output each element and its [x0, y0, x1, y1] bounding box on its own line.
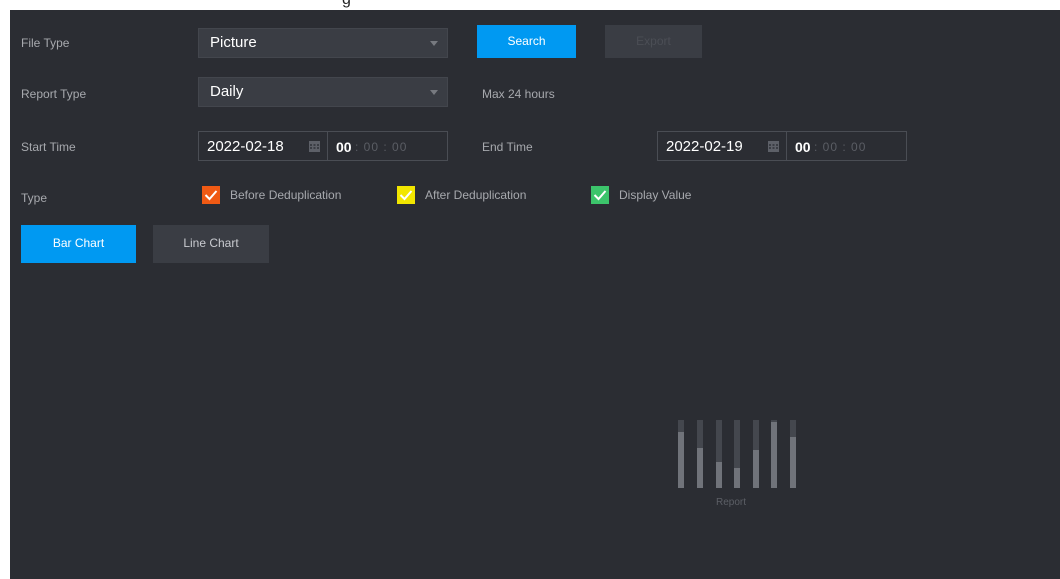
chevron-down-icon — [430, 90, 438, 95]
before-dedup-label: Before Deduplication — [230, 188, 342, 202]
checkmark-icon — [593, 190, 607, 201]
search-button[interactable]: Search — [477, 25, 576, 58]
end-time-field[interactable]: 2022-02-19 00 : 00 : 00 — [657, 131, 907, 161]
window-title-fragment: g — [342, 0, 351, 9]
checkmark-icon — [204, 190, 218, 201]
checkmark-icon — [399, 190, 413, 201]
file-type-label: File Type — [21, 36, 70, 50]
field-divider — [327, 132, 328, 160]
field-divider — [786, 132, 787, 160]
calendar-icon[interactable] — [768, 141, 779, 152]
display-value-checkbox[interactable] — [591, 186, 609, 204]
end-hour-value[interactable]: 00 — [795, 139, 811, 155]
report-type-select[interactable]: Daily — [198, 77, 448, 107]
file-type-select[interactable]: Picture — [198, 28, 448, 58]
report-caption: Report — [716, 497, 747, 508]
after-dedup-label: After Deduplication — [425, 188, 527, 202]
start-hour-value[interactable]: 00 — [336, 139, 352, 155]
chevron-down-icon — [430, 41, 438, 46]
report-panel: File Type Picture Search Export Report T… — [10, 10, 1060, 579]
after-dedup-checkbox[interactable] — [397, 186, 415, 204]
start-time-label: Start Time — [21, 140, 76, 154]
export-button[interactable]: Export — [605, 25, 702, 58]
calendar-icon[interactable] — [309, 141, 320, 152]
type-label: Type — [21, 191, 48, 205]
report-type-value: Daily — [210, 83, 244, 100]
start-date-value: 2022-02-18 — [207, 138, 284, 155]
end-date-value: 2022-02-19 — [666, 138, 743, 155]
report-chart-icon — [678, 420, 796, 488]
display-value-label: Display Value — [619, 188, 692, 202]
window-header-strip: g — [0, 0, 1060, 10]
start-minute-second[interactable]: : 00 : 00 — [355, 139, 407, 155]
file-type-value: Picture — [210, 34, 257, 51]
tab-bar-chart[interactable]: Bar Chart — [21, 225, 136, 263]
tab-line-chart[interactable]: Line Chart — [153, 225, 269, 263]
end-minute-second[interactable]: : 00 : 00 — [814, 139, 866, 155]
end-time-label: End Time — [482, 140, 533, 154]
start-time-field[interactable]: 2022-02-18 00 : 00 : 00 — [198, 131, 448, 161]
max-hours-hint: Max 24 hours — [482, 87, 555, 101]
before-dedup-checkbox[interactable] — [202, 186, 220, 204]
report-type-label: Report Type — [21, 87, 87, 101]
